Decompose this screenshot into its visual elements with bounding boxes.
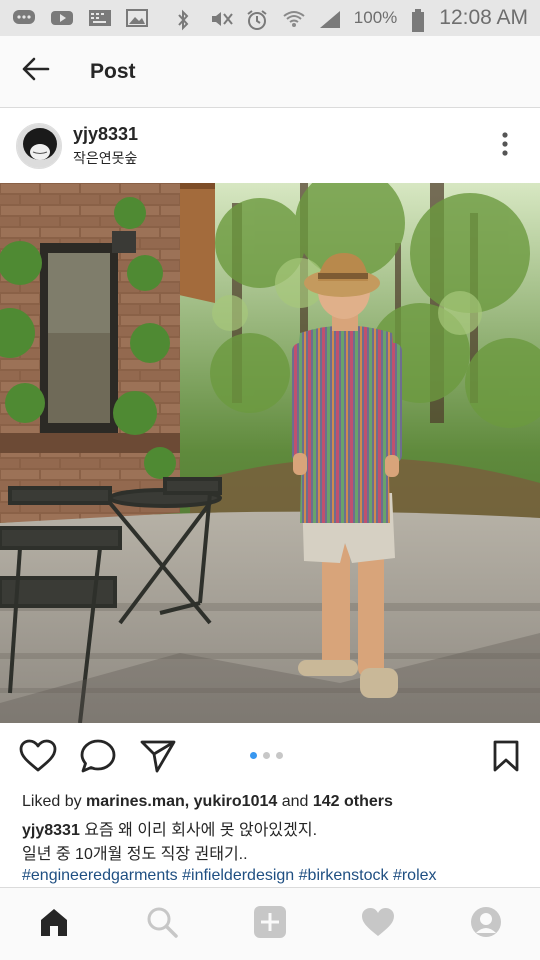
status-bar: 100% 12:08 AM: [0, 0, 540, 36]
page-title: Post: [90, 59, 136, 83]
share-button[interactable]: [138, 738, 178, 778]
liked-by-others[interactable]: 142 others: [313, 793, 393, 810]
keyboard-icon: [88, 9, 111, 27]
add-post-icon: [253, 905, 287, 944]
post-caption: yjy8331 요즘 왜 이리 회사에 못 앉아있겠지. 일년 중 10개월 정…: [22, 819, 522, 867]
send-icon: [139, 738, 177, 779]
alarm-icon: [246, 9, 268, 30]
more-options-button[interactable]: [490, 131, 520, 161]
battery-percent: 100%: [353, 8, 398, 27]
comment-icon: [79, 738, 117, 779]
hashtag-link[interactable]: #rolex: [393, 867, 437, 884]
signal-icon: [318, 9, 340, 28]
post-username[interactable]: yjy8331: [73, 124, 138, 145]
carousel-dot: [276, 752, 283, 759]
nav-new-post[interactable]: [216, 888, 324, 960]
profile-icon: [470, 906, 502, 943]
hashtag-link[interactable]: #engineeredgarments: [22, 867, 178, 884]
status-left: [12, 9, 148, 27]
bluetooth-icon: [174, 9, 196, 31]
hashtag-link[interactable]: #infielderdesign: [182, 867, 294, 884]
youtube-icon: [50, 9, 73, 27]
heart-icon: [19, 739, 57, 778]
messages-icon: [12, 9, 35, 27]
carousel-indicator: [250, 752, 283, 759]
carousel-dot: [263, 752, 270, 759]
wifi-icon: [282, 9, 305, 27]
caption-line-2: 일년 중 10개월 정도 직장 권태기..: [22, 846, 248, 863]
post-action-bar: [0, 732, 540, 786]
home-icon: [38, 906, 70, 943]
post-location[interactable]: 작은연못숲: [73, 148, 138, 168]
bookmark-icon: [492, 739, 520, 778]
liked-by-and: and: [277, 793, 313, 810]
search-icon: [146, 906, 178, 943]
more-vertical-icon: [502, 131, 508, 161]
like-button[interactable]: [18, 738, 58, 778]
bottom-navigation: [0, 887, 540, 960]
gallery-icon: [126, 9, 148, 27]
caption-username[interactable]: yjy8331: [22, 822, 80, 839]
user-block: yjy8331 작은연못숲: [73, 124, 138, 168]
hashtag-link[interactable]: #birkenstock: [299, 867, 389, 884]
likes-summary[interactable]: Liked by marines.man, yukiro1014 and 142…: [22, 793, 393, 811]
app-bar: Post: [0, 36, 540, 108]
activity-heart-icon: [361, 907, 395, 942]
back-arrow-icon: [22, 57, 50, 86]
post-photo[interactable]: [0, 183, 540, 723]
battery-icon: [411, 9, 425, 32]
status-right: 100% 12:08 AM: [174, 6, 528, 32]
back-button[interactable]: [0, 36, 72, 108]
nav-activity[interactable]: [324, 888, 432, 960]
save-button[interactable]: [486, 738, 526, 778]
mute-icon: [210, 9, 233, 27]
nav-profile[interactable]: [432, 888, 540, 960]
nav-search[interactable]: [108, 888, 216, 960]
nav-home[interactable]: [0, 888, 108, 960]
liked-by-users[interactable]: marines.man, yukiro1014: [86, 793, 277, 810]
hashtag-list: #engineeredgarments #infielderdesign #bi…: [22, 867, 437, 885]
clock: 12:08 AM: [439, 6, 528, 29]
caption-line-1: 요즘 왜 이리 회사에 못 앉아있겠지.: [79, 822, 318, 839]
avatar[interactable]: [16, 123, 62, 169]
carousel-dot: [250, 752, 257, 759]
post-header: yjy8331 작은연못숲: [0, 109, 540, 183]
liked-by-prefix: Liked by: [22, 793, 87, 810]
comment-button[interactable]: [78, 738, 118, 778]
